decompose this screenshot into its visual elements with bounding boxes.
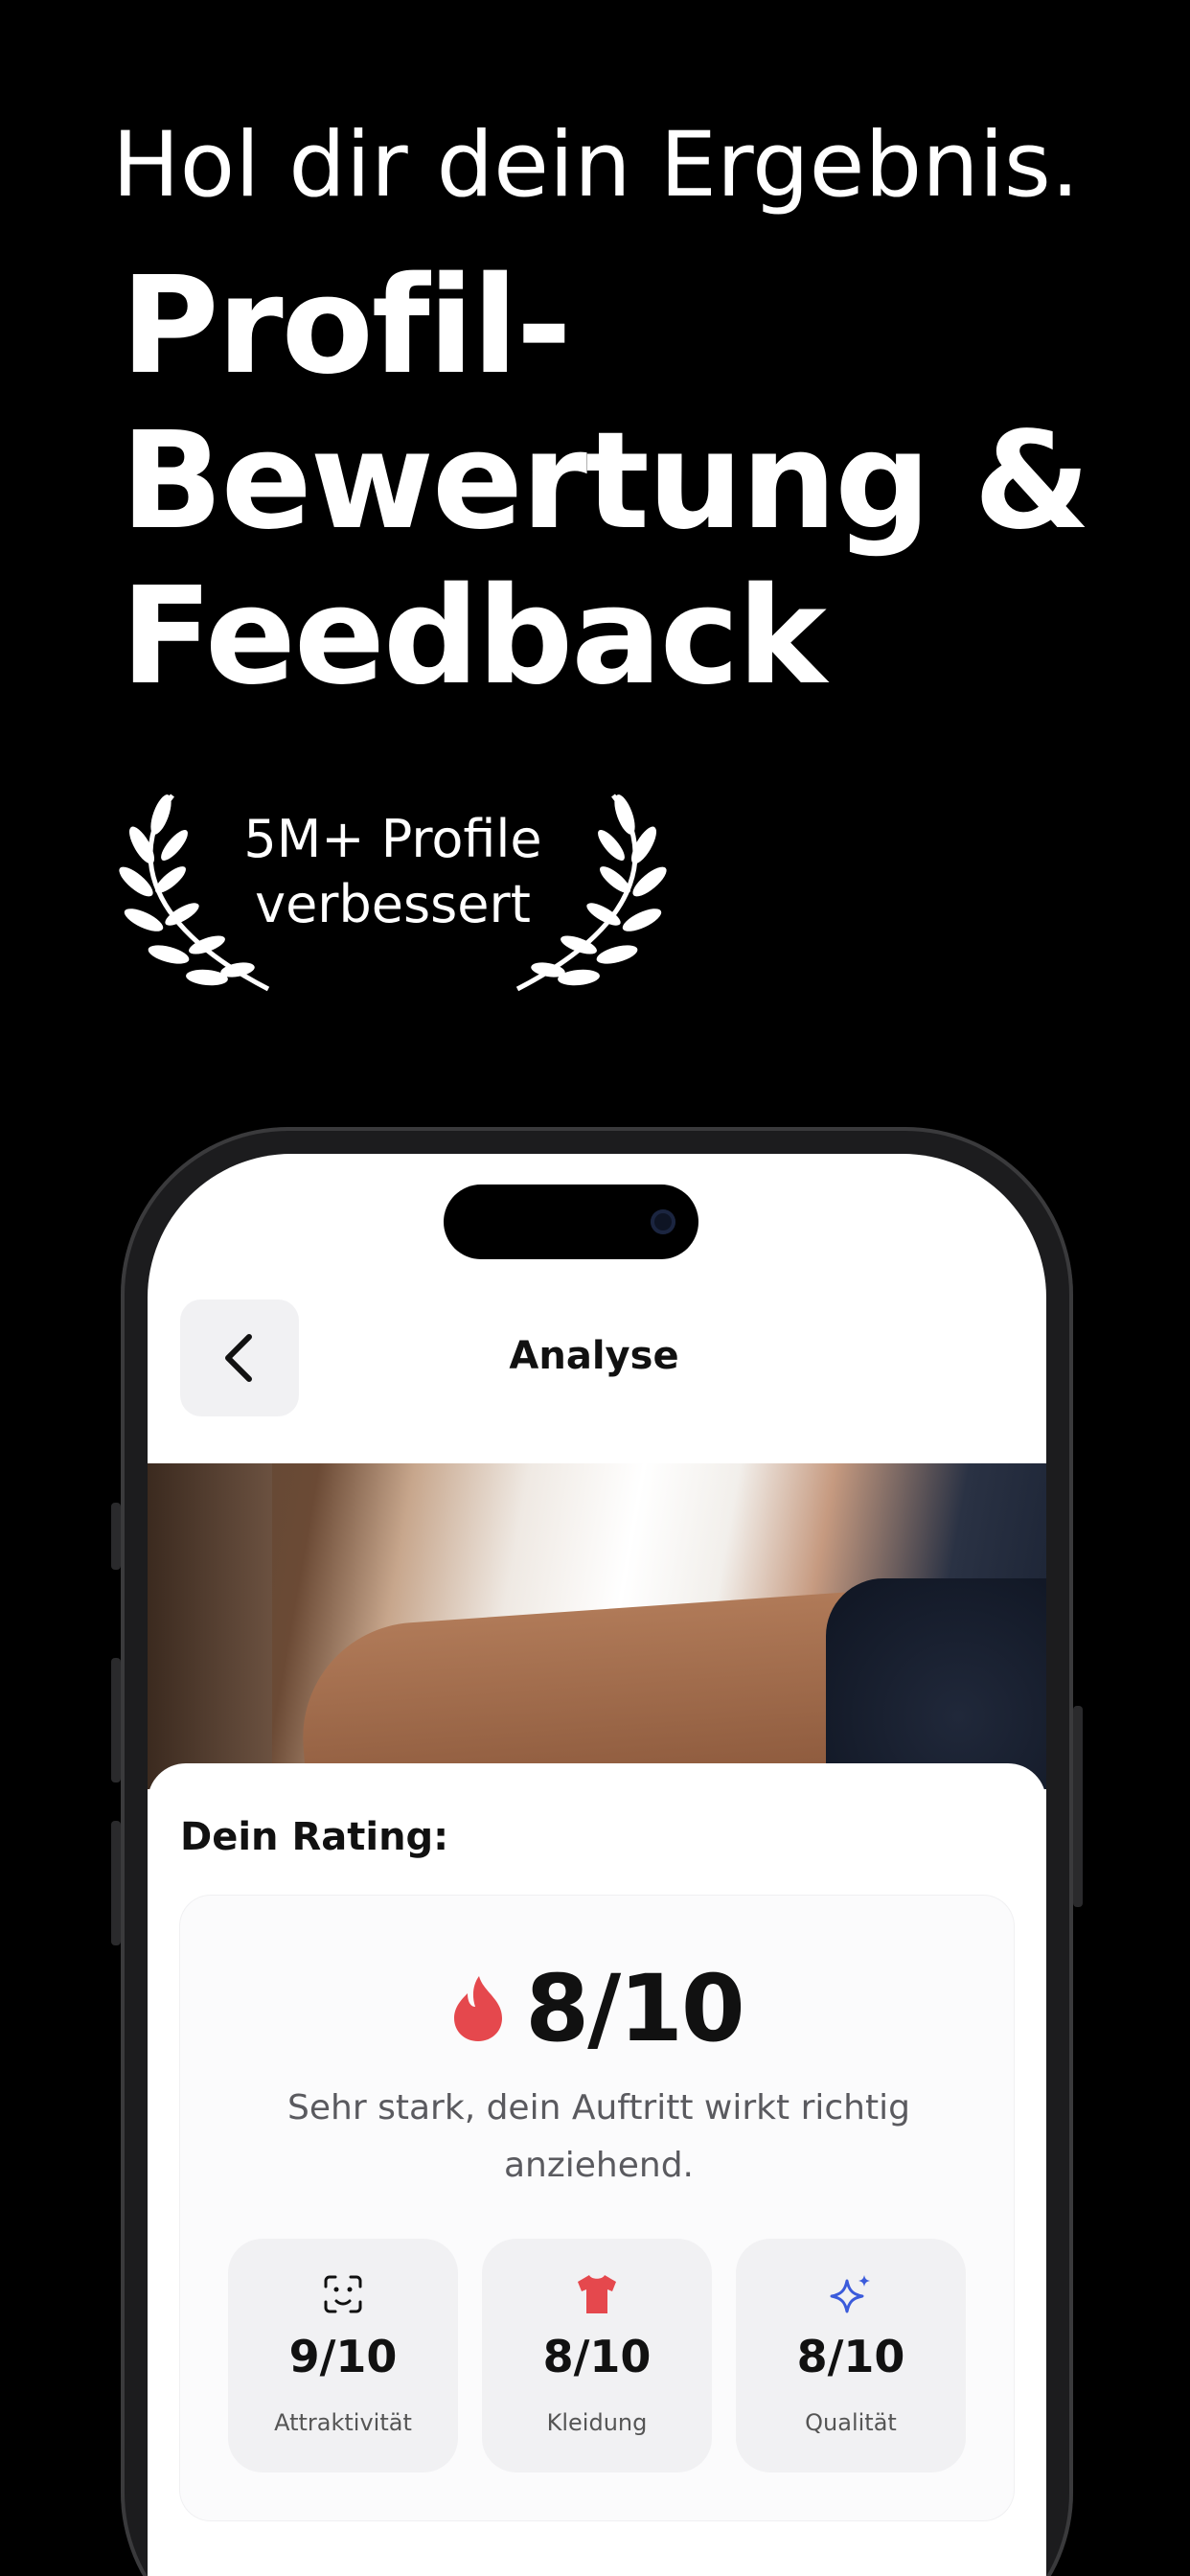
headline-title: Profil- Bewertung & Feedback — [121, 248, 1090, 715]
metric-label: Attraktivität — [274, 2409, 412, 2436]
rating-label: Dein Rating: — [180, 1815, 449, 1859]
page-title: Analyse — [509, 1334, 679, 1378]
metric-value: 9/10 — [288, 2331, 398, 2382]
metric-value: 8/10 — [796, 2331, 905, 2382]
award-badge: 5M+ Profile verbessert — [115, 786, 671, 997]
phone-power-button — [1073, 1706, 1083, 1907]
phone-volume-up-button — [111, 1658, 121, 1782]
tshirt-icon — [578, 2275, 616, 2313]
back-button[interactable] — [180, 1300, 299, 1416]
phone-volume-down-button — [111, 1821, 121, 1945]
metric-card-attraktivitaet: 9/10 Attraktivität — [228, 2239, 458, 2472]
sparkle-icon — [830, 2275, 870, 2313]
metric-label: Qualität — [805, 2409, 897, 2436]
photo-shadow-left — [148, 1463, 272, 1789]
photo-dark-right — [826, 1578, 1046, 1789]
rating-description: Sehr stark, dein Auftritt wirkt richtig … — [287, 2088, 910, 2185]
headline-subtitle: Hol dir dein Ergebnis. — [112, 113, 1080, 218]
dynamic-island — [444, 1184, 698, 1259]
profile-photo — [148, 1463, 1046, 1789]
front-camera — [651, 1209, 675, 1234]
chevron-left-icon — [225, 1334, 252, 1382]
headline-title-line-1: Profil- — [121, 248, 572, 404]
headline-title-line-2: Bewertung & — [121, 403, 1090, 560]
flame-icon — [454, 1976, 503, 2041]
metric-value: 8/10 — [542, 2331, 652, 2382]
metric-card-kleidung: 8/10 Kleidung — [482, 2239, 712, 2472]
laurel-right-icon — [515, 794, 667, 992]
overall-score: 8/10 — [525, 1955, 744, 2062]
score-row: 8/10 — [180, 1955, 1014, 2062]
metric-label: Kleidung — [546, 2409, 648, 2436]
metric-card-qualitaet: 8/10 Qualität — [736, 2239, 966, 2472]
phone-side-button — [111, 1503, 121, 1570]
headline-title-line-3: Feedback — [121, 559, 827, 715]
face-scan-icon — [324, 2275, 362, 2313]
